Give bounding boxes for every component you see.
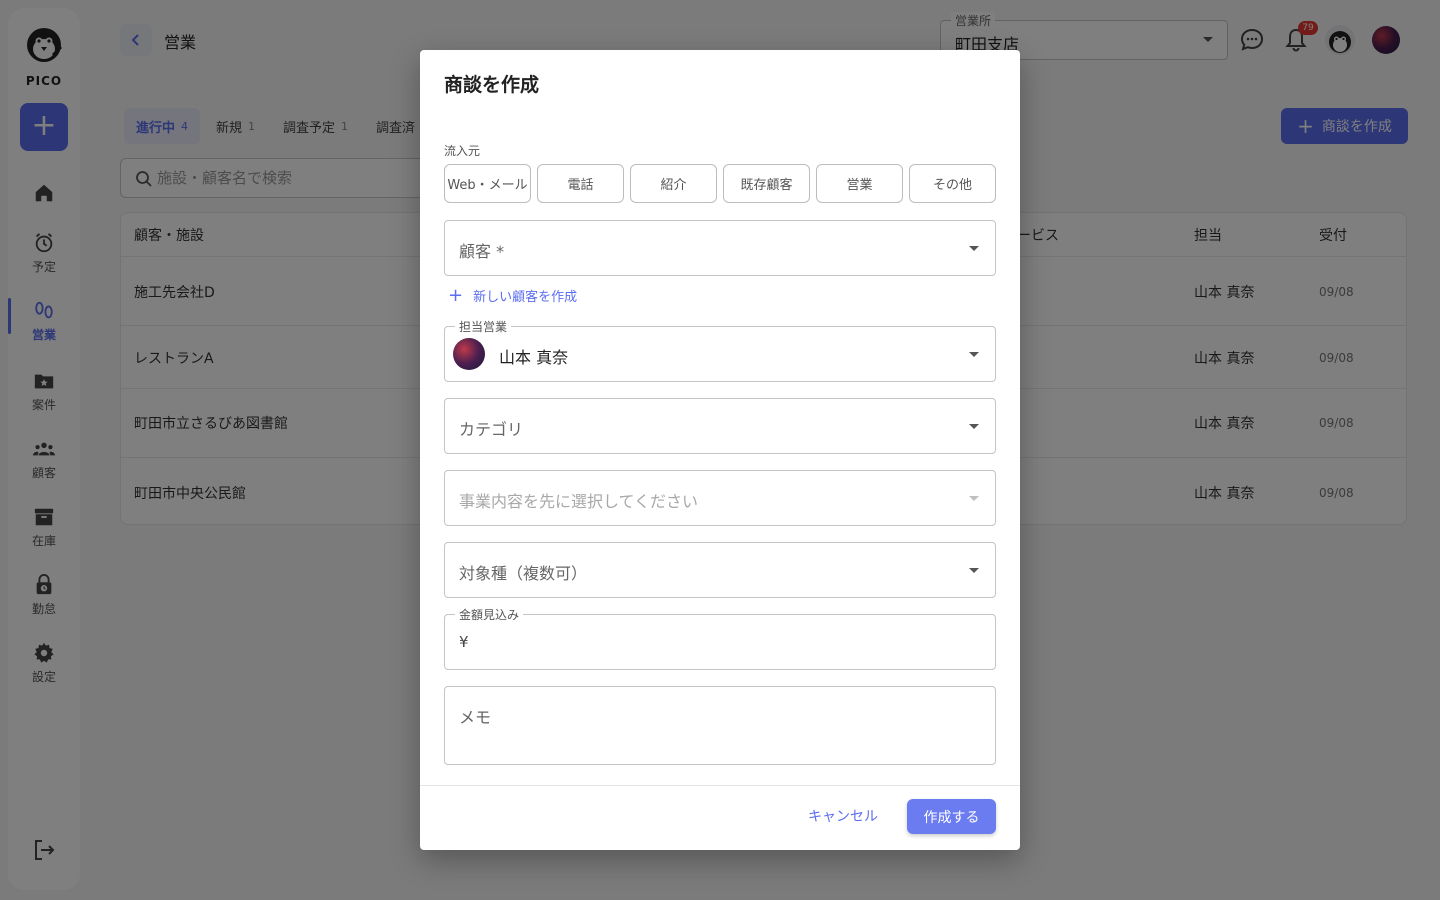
sales-rep-value: 山本 真奈 (499, 348, 569, 367)
category-placeholder: カテゴリ (459, 420, 524, 439)
dialog-footer: キャンセル 作成する (420, 785, 1020, 850)
cancel-button[interactable]: キャンセル (808, 806, 878, 826)
source-button-group: Web・メール 電話 紹介 既存顧客 営業 その他 (444, 164, 996, 203)
submit-button[interactable]: 作成する (907, 799, 996, 834)
amount-field[interactable]: 金額見込み ¥ (444, 606, 996, 670)
target-type-select[interactable]: 対象種（複数可） (444, 542, 996, 598)
dialog-title: 商談を作成 (444, 74, 540, 96)
source-phone-button[interactable]: 電話 (537, 164, 624, 203)
sales-rep-label: 担当営業 (455, 318, 512, 335)
source-other-button[interactable]: その他 (909, 164, 996, 203)
customer-placeholder: 顧客 * (459, 242, 505, 261)
chevron-down-icon (969, 496, 979, 501)
source-web-mail-button[interactable]: Web・メール (444, 164, 531, 203)
customer-select[interactable]: 顧客 * (444, 220, 996, 276)
sales-rep-select[interactable]: 担当営業 山本 真奈 (444, 318, 996, 382)
create-deal-dialog: 商談を作成 流入元 Web・メール 電話 紹介 既存顧客 営業 その他 顧客 *… (420, 50, 1020, 850)
source-referral-button[interactable]: 紹介 (630, 164, 717, 203)
source-existing-customer-button[interactable]: 既存顧客 (723, 164, 810, 203)
chevron-down-icon (969, 424, 979, 429)
source-label: 流入元 (444, 144, 481, 158)
chevron-down-icon (969, 246, 979, 251)
memo-placeholder: メモ (459, 708, 492, 727)
business-content-select[interactable]: 事業内容を先に選択してください (444, 470, 996, 526)
source-sales-button[interactable]: 営業 (816, 164, 903, 203)
currency-symbol: ¥ (459, 633, 469, 651)
sales-rep-avatar (453, 338, 485, 370)
amount-label: 金額見込み (455, 606, 524, 623)
category-select[interactable]: カテゴリ (444, 398, 996, 454)
new-customer-link[interactable]: + 新しい顧客を作成 (448, 286, 577, 305)
chevron-down-icon (969, 352, 979, 357)
memo-field[interactable]: メモ (444, 686, 996, 765)
target-type-placeholder: 対象種（複数可） (459, 564, 588, 583)
business-content-placeholder: 事業内容を先に選択してください (459, 492, 699, 511)
new-customer-label: 新しい顧客を作成 (473, 290, 578, 305)
chevron-down-icon (969, 568, 979, 573)
plus-icon: + (448, 284, 464, 306)
